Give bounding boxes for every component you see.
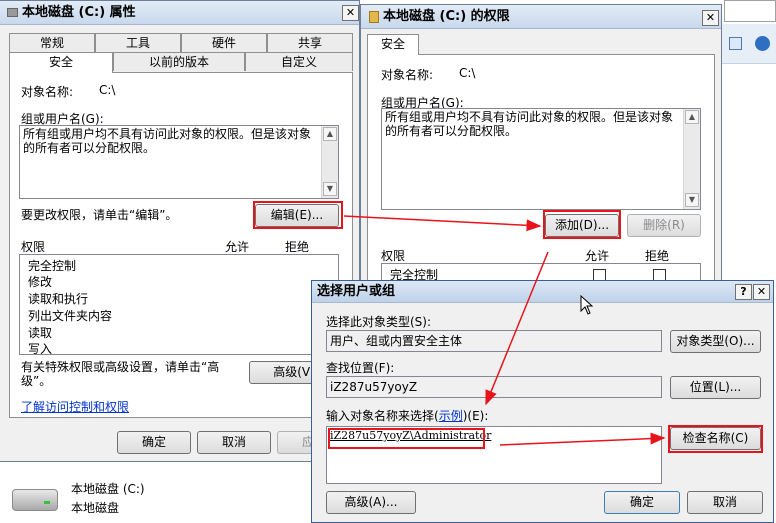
properties-window: 本地磁盘 (C:) 属性 ✕ 常规 工具 硬件 共享 安全 以前的版本 自定义 … <box>0 0 360 462</box>
perm-allow-label: 允许 <box>585 249 610 263</box>
permission-item: 完全控制 <box>28 259 77 273</box>
explorer-search-box[interactable] <box>724 0 776 22</box>
perm-object-name-value: C:\ <box>459 66 476 80</box>
drive-name[interactable]: 本地磁盘 (C:) <box>71 480 145 497</box>
object-name-label: 对象名称: <box>21 85 74 99</box>
group-list[interactable]: 所有组或用户均不具有访问此对象的权限。但是该对象的所有者可以分配权限。 <box>19 125 339 199</box>
object-type-value: 用户、组或内置安全主体 <box>330 334 463 348</box>
perm-group-list-text: 所有组或用户均不具有访问此对象的权限。但是该对象的所有者可以分配权限。 <box>385 110 674 138</box>
edit-button-highlight <box>253 201 343 229</box>
select-advanced-button[interactable]: 高级(A)... <box>326 491 416 514</box>
group-list-scrollbar[interactable]: ▲ ▼ <box>321 126 338 198</box>
tab-security[interactable]: 安全 <box>9 52 113 73</box>
drive-description: 本地磁盘 <box>71 501 120 515</box>
tab-previous-versions[interactable]: 以前的版本 <box>113 52 245 71</box>
object-names-highlight <box>328 428 485 449</box>
tab-general[interactable]: 常规 <box>9 33 95 52</box>
select-close-button[interactable]: ✕ <box>753 284 770 300</box>
scroll-up-icon[interactable]: ▲ <box>685 110 699 124</box>
preview-pane-icon[interactable] <box>729 37 742 50</box>
special-permissions-text: 有关特殊权限或高级设置，请单击“高级”。 <box>21 360 231 388</box>
permissions-title: 本地磁盘 (C:) 的权限 <box>383 9 510 24</box>
tab-hardware[interactable]: 硬件 <box>181 33 267 52</box>
group-list-text: 所有组或用户均不具有访问此对象的权限。但是该对象的所有者可以分配权限。 <box>23 127 312 155</box>
perm-group-list[interactable]: 所有组或用户均不具有访问此对象的权限。但是该对象的所有者可以分配权限。 <box>381 108 701 210</box>
check-names-highlight <box>668 425 763 453</box>
perm-object-name-label: 对象名称: <box>381 68 434 82</box>
properties-title-bar: 本地磁盘 (C:) 属性 <box>0 1 359 25</box>
remove-button[interactable]: 删除(R) <box>627 214 701 237</box>
ok-button[interactable]: 确定 <box>117 431 191 454</box>
select-cancel-button[interactable]: 取消 <box>687 491 763 514</box>
locations-button[interactable]: 位置(L)... <box>670 376 761 399</box>
select-ok-button[interactable]: 确定 <box>604 491 680 514</box>
mouse-cursor-icon <box>580 294 594 315</box>
drive-light <box>44 501 50 504</box>
location-label: 查找位置(F): <box>326 361 395 375</box>
perm-deny-label: 拒绝 <box>645 249 670 263</box>
location-value: iZ287u57yoyZ <box>330 380 418 394</box>
enter-names-label: 输入对象名称来选择(示例)(E): <box>326 407 488 424</box>
learn-access-control-link[interactable]: 了解访问控制和权限 <box>21 398 129 415</box>
cancel-button[interactable]: 取消 <box>197 431 271 454</box>
examples-link[interactable]: 示例 <box>439 409 463 423</box>
drive-icon <box>12 489 58 511</box>
permissions-label: 权限 <box>21 240 46 254</box>
scroll-down-icon[interactable]: ▼ <box>323 182 337 196</box>
deny-label: 拒绝 <box>285 240 310 254</box>
object-type-label: 选择此对象类型(S): <box>326 315 432 329</box>
permission-item: 读取 <box>28 326 53 340</box>
properties-close-button[interactable]: ✕ <box>342 5 359 21</box>
scroll-down-icon[interactable]: ▼ <box>685 193 699 207</box>
permission-item: 列出文件夹内容 <box>28 309 113 323</box>
enter-names-label-prefix: 输入对象名称来选择( <box>326 409 439 423</box>
permission-item: 写入 <box>28 342 53 355</box>
select-dialog-title: 选择用户或组 <box>317 284 396 299</box>
perm-group-list-scrollbar[interactable]: ▲ ▼ <box>683 109 700 209</box>
select-help-button[interactable]: ? <box>735 284 752 300</box>
drive-title-icon <box>7 8 18 17</box>
tab-tools[interactable]: 工具 <box>95 33 181 52</box>
help-icon[interactable] <box>755 36 770 51</box>
tab-sharing[interactable]: 共享 <box>267 33 353 52</box>
change-permissions-text: 要更改权限，请单击“编辑”。 <box>21 208 178 222</box>
select-dialog-title-bar: 选择用户或组 <box>312 281 773 303</box>
permission-item: 读取和执行 <box>28 292 89 306</box>
permissions-tab-security[interactable]: 安全 <box>367 34 419 55</box>
permissions-window: 本地磁盘 (C:) 的权限 ✕ 安全 对象名称: C:\ 组或用户名(G): 所… <box>360 4 722 294</box>
permissions-close-button[interactable]: ✕ <box>702 10 719 26</box>
allow-label: 允许 <box>225 240 250 254</box>
properties-title: 本地磁盘 (C:) 属性 <box>22 5 136 20</box>
add-button-highlight <box>543 210 621 239</box>
object-type-field: 用户、组或内置安全主体 <box>326 330 662 352</box>
permission-item: 修改 <box>28 275 53 289</box>
special-permissions-text-content: 有关特殊权限或高级设置，请单击“高级”。 <box>21 360 220 388</box>
object-types-button[interactable]: 对象类型(O)... <box>670 330 761 353</box>
tab-customize[interactable]: 自定义 <box>245 52 353 71</box>
permissions-list[interactable]: 完全控制 修改 读取和执行 列出文件夹内容 读取 写入 <box>19 254 339 355</box>
folder-title-icon <box>369 10 379 23</box>
object-name-value: C:\ <box>99 83 116 97</box>
location-field: iZ287u57yoyZ <box>326 376 662 398</box>
enter-names-label-suffix: )(E): <box>462 409 489 423</box>
scroll-up-icon[interactable]: ▲ <box>323 127 337 141</box>
permissions-title-bar: 本地磁盘 (C:) 的权限 <box>361 5 721 29</box>
perm-permissions-label: 权限 <box>381 249 406 263</box>
select-users-dialog: 选择用户或组 ? ✕ 选择此对象类型(S): 用户、组或内置安全主体 对象类型(… <box>311 280 774 523</box>
